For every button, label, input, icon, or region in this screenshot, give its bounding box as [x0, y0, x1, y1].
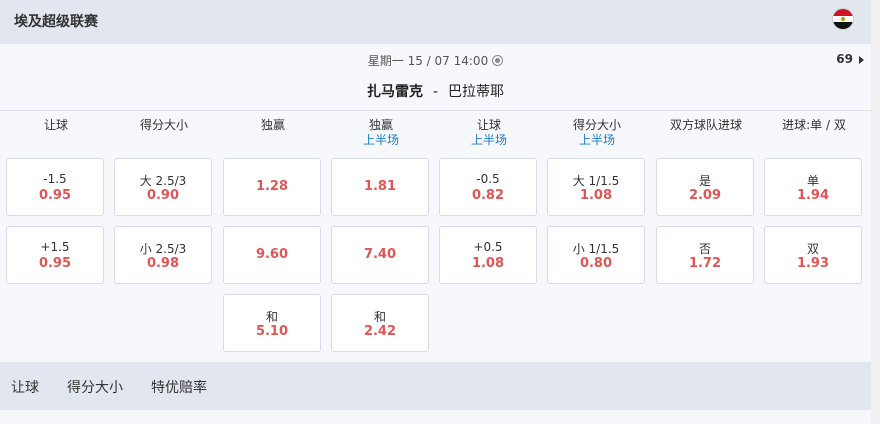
odds-value: 0.98: [146, 256, 180, 271]
odds-value: 1.28: [255, 179, 289, 194]
column-title: 独赢: [260, 118, 285, 132]
odds-label: 双: [806, 242, 819, 256]
column-title: 让球: [43, 118, 68, 132]
odds-value: 1.94: [796, 188, 830, 203]
league-title: 埃及超级联赛: [14, 14, 98, 30]
odds-button-both-teams-score[interactable]: 否 1.72: [656, 226, 754, 284]
odds-button-moneyline-1h[interactable]: 1.81: [331, 158, 429, 216]
odds-button-handicap[interactable]: -1.5 0.95: [6, 158, 104, 216]
odds-value: 2.09: [688, 188, 722, 203]
column-subtitle: 上半场: [470, 133, 507, 147]
odds-button-moneyline[interactable]: 1.28: [223, 158, 321, 216]
tab-handicap[interactable]: 让球: [11, 377, 39, 397]
odds-label: 大 1/1.5: [572, 174, 620, 188]
odds-button-over-under[interactable]: 大 2.5/3 0.90: [114, 158, 212, 216]
chevron-right-icon[interactable]: [859, 56, 864, 64]
odds-value: 1.72: [688, 256, 722, 271]
column-header-moneyline: 独赢: [223, 118, 323, 133]
odds-button-moneyline[interactable]: 和 5.10: [223, 294, 321, 352]
divider: [0, 110, 871, 111]
odds-value: 0.95: [38, 256, 72, 271]
odds-value: 2.42: [363, 324, 397, 339]
column-header-both-teams-score: 双方球队进球: [656, 118, 756, 133]
odds-button-moneyline-1h[interactable]: 和 2.42: [331, 294, 429, 352]
league-header: 埃及超级联赛: [0, 0, 871, 44]
column-header-moneyline-1h: 独赢 上半场: [331, 118, 431, 148]
column-header-over-under-1h: 得分大小 上半场: [547, 118, 647, 148]
odds-label: 和: [373, 310, 386, 324]
odds-value: 7.40: [363, 247, 397, 262]
match-datetime: 星期一 15 / 07 14:00: [0, 52, 871, 69]
column-header-over-under: 得分大小: [114, 118, 214, 133]
column-title: 让球: [476, 118, 501, 132]
odds-label: -1.5: [43, 172, 67, 186]
column-title: 进球:单 / 双: [782, 118, 846, 132]
odds-label: +1.5: [40, 240, 70, 254]
odds-label: 小 2.5/3: [139, 242, 187, 256]
tab-over-under[interactable]: 得分大小: [67, 377, 123, 397]
odds-button-both-teams-score[interactable]: 是 2.09: [656, 158, 754, 216]
more-markets-count[interactable]: 69: [836, 52, 853, 66]
column-subtitle: 上半场: [578, 133, 615, 147]
match-panel: 星期一 15 / 07 14:00 69 扎马雷克 - 巴拉蒂耶 让球 得分大小 独赢独…: [0, 44, 871, 362]
home-team: 扎马雷克: [366, 84, 423, 100]
odds-button-handicap-1h[interactable]: -0.5 0.82: [439, 158, 537, 216]
match-datetime-text: 星期一 15 / 07 14:00: [367, 54, 489, 68]
odds-label: 是: [698, 174, 711, 188]
odds-label: 否: [698, 242, 711, 256]
odds-label: 单: [806, 174, 819, 188]
odds-label: 大 2.5/3: [139, 174, 187, 188]
odds-button-odd-even[interactable]: 单 1.94: [764, 158, 862, 216]
odds-value: 0.90: [146, 188, 180, 203]
odds-value: 1.93: [796, 256, 830, 271]
odds-button-over-under[interactable]: 小 2.5/3 0.98: [114, 226, 212, 284]
egypt-flag-icon: [832, 8, 854, 30]
odds-value: 1.81: [363, 179, 397, 194]
team-separator: -: [432, 84, 439, 100]
odds-label: +0.5: [473, 240, 503, 254]
market-tabs: 让球 得分大小 特优赔率: [0, 362, 871, 410]
column-header-odd-even: 进球:单 / 双: [764, 118, 864, 133]
odds-button-odd-even[interactable]: 双 1.93: [764, 226, 862, 284]
odds-value: 0.80: [579, 256, 613, 271]
odds-button-moneyline[interactable]: 9.60: [223, 226, 321, 284]
away-team: 巴拉蒂耶: [448, 84, 505, 100]
column-header-handicap: 让球: [6, 118, 106, 133]
tab-special-odds[interactable]: 特优赔率: [151, 377, 207, 397]
odds-value: 1.08: [471, 256, 505, 271]
odds-button-moneyline-1h[interactable]: 7.40: [331, 226, 429, 284]
scrollbar[interactable]: [871, 0, 880, 424]
odds-value: 0.95: [38, 188, 72, 203]
column-title: 得分大小: [139, 118, 188, 132]
column-header-handicap-1h: 让球 上半场: [439, 118, 539, 148]
column-subtitle: 上半场: [362, 133, 399, 147]
odds-button-handicap[interactable]: +1.5 0.95: [6, 226, 104, 284]
odds-label: 和: [265, 310, 278, 324]
match-teams: 扎马雷克 - 巴拉蒂耶: [0, 81, 871, 101]
odds-button-handicap-1h[interactable]: +0.5 1.08: [439, 226, 537, 284]
odds-value: 5.10: [255, 324, 289, 339]
column-title: 双方球队进球: [669, 118, 742, 132]
content-strip: [0, 410, 871, 424]
live-stream-icon[interactable]: [492, 55, 504, 66]
odds-label: -0.5: [476, 172, 500, 186]
odds-value: 0.82: [471, 188, 505, 203]
column-title: 得分大小: [572, 118, 621, 132]
odds-button-over-under-1h[interactable]: 小 1/1.5 0.80: [547, 226, 645, 284]
odds-button-over-under-1h[interactable]: 大 1/1.5 1.08: [547, 158, 645, 216]
column-title: 独赢: [368, 118, 393, 132]
odds-value: 1.08: [579, 188, 613, 203]
odds-value: 9.60: [255, 247, 289, 262]
odds-label: 小 1/1.5: [572, 242, 620, 256]
